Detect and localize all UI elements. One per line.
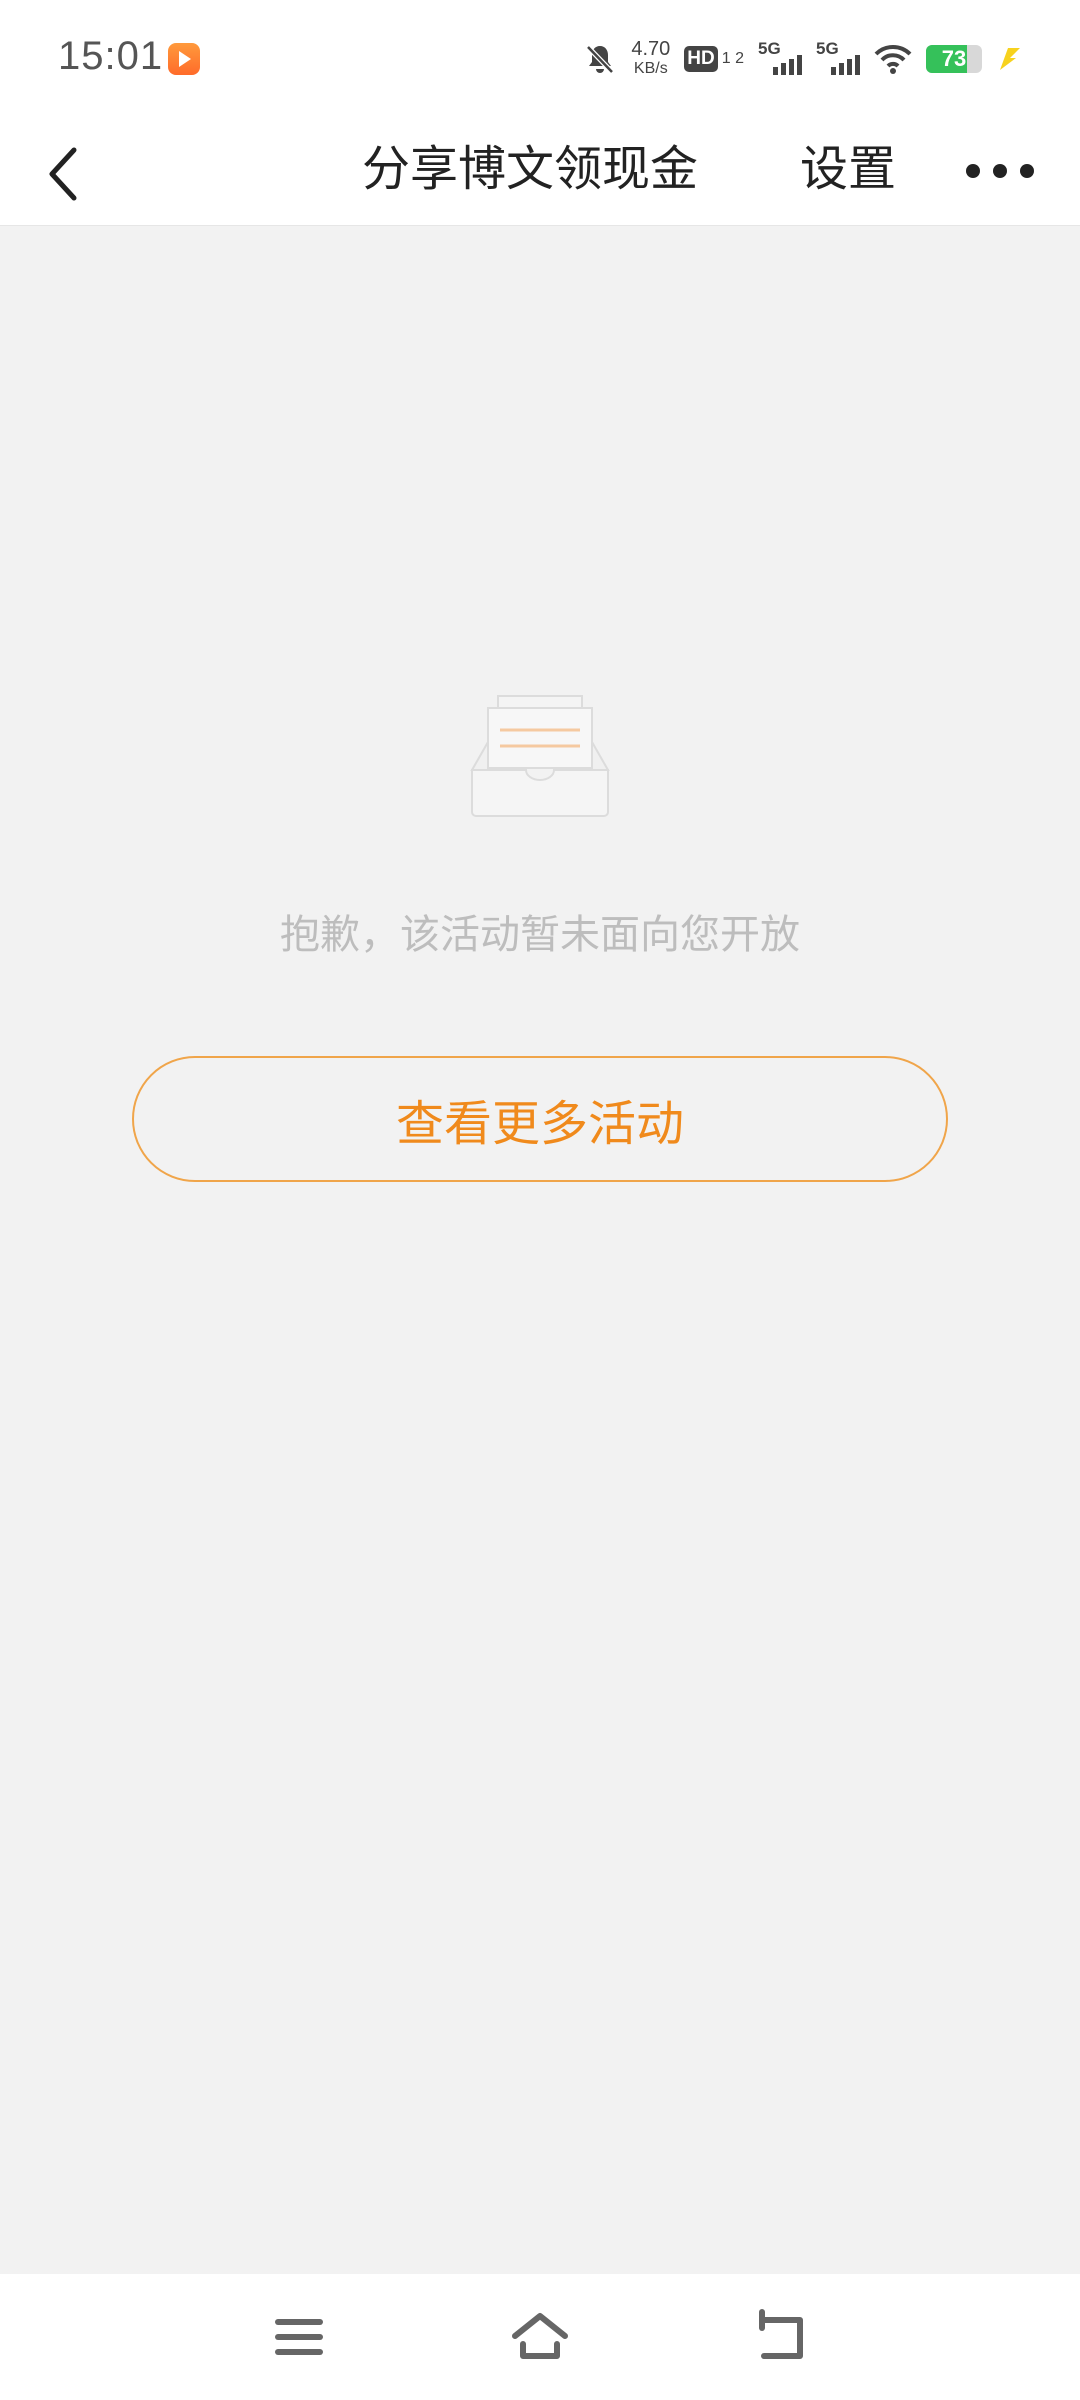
back-icon[interactable] xyxy=(28,134,108,214)
status-icons: 4.70 KB/s HD 1 2 5G 5G 73 xyxy=(583,34,1022,84)
signal-icon: 5G xyxy=(758,39,802,77)
wifi-icon xyxy=(874,44,912,74)
status-time: 15:01 xyxy=(58,34,164,78)
bell-mute-icon xyxy=(586,45,615,74)
back-gesture-icon[interactable] xyxy=(746,2302,816,2372)
empty-message: 抱歉，该活动暂未面向您开放 xyxy=(280,912,800,958)
hd-sub: 1 2 xyxy=(721,50,744,67)
signal-icon: 5G xyxy=(816,39,860,77)
battery-level: 73 xyxy=(941,46,967,71)
net-speed-value: 4.70 xyxy=(631,38,671,60)
system-nav-bar xyxy=(0,2274,1080,2400)
more-activities-button[interactable]: 查看更多活动 xyxy=(132,1056,948,1182)
settings-button[interactable]: 设置 xyxy=(800,134,896,204)
app-notification-icon xyxy=(168,43,200,75)
page-title: 分享博文领现金 xyxy=(362,141,699,197)
hd-icon: HD xyxy=(684,46,718,72)
home-icon[interactable] xyxy=(505,2302,575,2372)
nav-bar: 分享博文领现金 设置 xyxy=(0,116,1080,226)
menu-icon[interactable] xyxy=(264,2302,334,2372)
charging-icon xyxy=(1000,48,1020,70)
net-speed: 4.70 KB/s xyxy=(631,38,671,78)
battery-icon: 73 xyxy=(926,45,982,73)
empty-inbox-icon xyxy=(470,695,610,817)
net-speed-unit: KB/s xyxy=(633,60,668,77)
status-bar: 15:01 4.70 KB/s HD 1 2 5G 5G 73 xyxy=(0,0,1080,116)
more-icon[interactable] xyxy=(960,146,1040,196)
